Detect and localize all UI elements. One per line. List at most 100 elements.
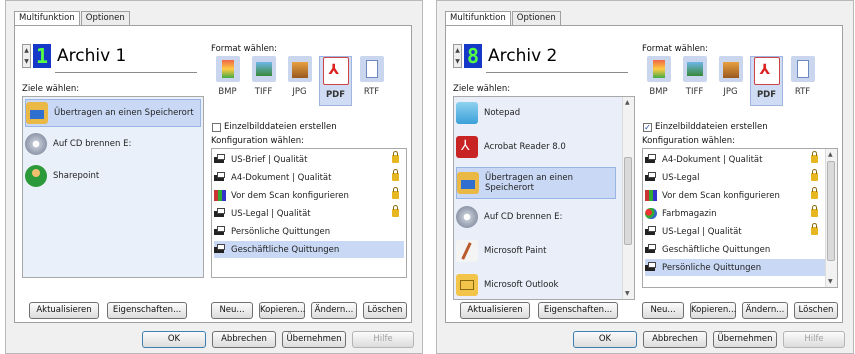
format-rtf[interactable]: RTF <box>355 56 388 106</box>
change-button[interactable]: Ändern... <box>742 302 788 319</box>
profile-name[interactable]: Archiv 2 <box>488 46 557 66</box>
tab-bar: Multifunktion Optionen <box>445 11 562 26</box>
tab-multifunktion[interactable]: Multifunktion <box>14 11 80 26</box>
lock-icon <box>811 169 818 181</box>
cd-burn-icon <box>25 133 47 155</box>
cancel-button[interactable]: Abbrechen <box>212 331 276 348</box>
destination-item-paint[interactable]: Microsoft Paint <box>456 237 616 265</box>
format-pdf[interactable]: ⅄ PDF <box>750 56 783 106</box>
config-item[interactable]: US-Legal <box>645 169 823 186</box>
profile-name[interactable]: Archiv 1 <box>57 46 126 66</box>
scroll-thumb[interactable] <box>827 161 835 261</box>
scroll-down-icon[interactable]: ▼ <box>828 278 833 285</box>
single-images-label: Einzelbilddateien erstellen <box>224 122 337 132</box>
format-label-tiff: TIFF <box>254 87 273 97</box>
config-item[interactable]: US-Legal | Qualität <box>214 205 404 222</box>
destination-item-cd[interactable]: Auf CD brennen E: <box>456 203 616 231</box>
config-item[interactable]: US-Brief | Qualität <box>214 151 404 168</box>
scanner-icon <box>645 154 657 165</box>
config-label: Persönliche Quittungen <box>231 226 331 237</box>
tab-optionen[interactable]: Optionen <box>511 11 561 25</box>
ok-button[interactable]: OK <box>142 331 206 348</box>
scroll-up-icon[interactable]: ▲ <box>828 151 833 158</box>
scroll-down-icon[interactable]: ▼ <box>625 290 630 297</box>
change-button[interactable]: Ändern... <box>311 302 357 319</box>
configuration-scrollbar[interactable]: ▲ ▼ <box>825 149 837 287</box>
help-button[interactable]: Hilfe <box>352 331 414 348</box>
config-item[interactable]: Vor dem Scan konfigurieren <box>645 187 823 204</box>
profile-spinner[interactable]: ▲ ▼ <box>453 44 462 68</box>
destination-label: Microsoft Paint <box>484 246 547 256</box>
single-images-checkbox[interactable]: ✓ <box>643 123 652 132</box>
format-label: Format wählen: <box>211 44 278 54</box>
ok-button[interactable]: OK <box>573 331 637 348</box>
config-item-selected[interactable]: Geschäftliche Quittungen <box>214 241 404 258</box>
rtf-icon <box>359 56 384 82</box>
format-bmp[interactable]: BMP <box>642 56 675 106</box>
delete-button[interactable]: Löschen <box>363 302 407 319</box>
lock-icon <box>392 169 399 181</box>
destination-item-storage[interactable]: Übertragen an einen Speicherort <box>456 167 616 199</box>
format-label-rtf: RTF <box>363 87 380 97</box>
outlook-icon <box>456 274 478 296</box>
properties-button[interactable]: Eigenschaften... <box>107 302 187 319</box>
tab-optionen[interactable]: Optionen <box>80 11 130 25</box>
update-button[interactable]: Aktualisieren <box>29 302 99 319</box>
bmp-icon <box>646 56 671 82</box>
profile-number: 8 <box>464 44 482 68</box>
configuration-list[interactable]: A4-Dokument | Qualität US-Legal Vor dem … <box>642 148 838 288</box>
destination-item-storage[interactable]: Übertragen an einen Speicherort <box>25 99 201 127</box>
destination-item-sharepoint[interactable]: Sharepoint <box>25 163 199 189</box>
format-tiff[interactable]: TIFF <box>247 56 280 106</box>
delete-button[interactable]: Löschen <box>794 302 838 319</box>
config-label: A4-Dokument | Qualität <box>662 154 763 165</box>
apply-button[interactable]: Übernehmen <box>713 331 777 348</box>
copy-button[interactable]: Kopieren... <box>690 302 736 319</box>
tab-multifunktion[interactable]: Multifunktion <box>445 11 511 26</box>
single-images-checkbox[interactable] <box>212 123 221 132</box>
config-item[interactable]: A4-Dokument | Qualität <box>214 169 404 186</box>
format-label-jpg: JPG <box>723 87 738 97</box>
destinations-label: Ziele wählen: <box>22 84 80 94</box>
destination-label: Auf CD brennen E: <box>53 139 132 149</box>
config-item[interactable]: Geschäftliche Quittungen <box>645 241 823 258</box>
copy-button[interactable]: Kopieren... <box>259 302 305 319</box>
format-label-bmp: BMP <box>218 87 237 97</box>
format-bmp[interactable]: BMP <box>211 56 244 106</box>
new-button[interactable]: Neu... <box>211 302 253 319</box>
config-item[interactable]: Farbmagazin <box>645 205 823 222</box>
scanner-icon <box>645 262 657 273</box>
format-tiff[interactable]: TIFF <box>678 56 711 106</box>
format-rtf[interactable]: RTF <box>786 56 819 106</box>
format-jpg[interactable]: JPG <box>714 56 747 106</box>
config-item[interactable]: A4-Dokument | Qualität <box>645 151 823 168</box>
destination-list[interactable]: Notepad ⅄ Acrobat Reader 8.0 Übertragen … <box>453 96 635 300</box>
help-button[interactable]: Hilfe <box>783 331 845 348</box>
format-jpg[interactable]: JPG <box>283 56 316 106</box>
rtf-icon <box>790 56 815 82</box>
destination-item-notepad[interactable]: Notepad <box>456 99 616 127</box>
config-item[interactable]: Persönliche Quittungen <box>214 223 404 240</box>
lock-icon <box>811 223 818 235</box>
config-item-selected[interactable]: Persönliche Quittungen <box>645 259 825 276</box>
lock-icon <box>392 205 399 217</box>
new-button[interactable]: Neu... <box>642 302 684 319</box>
config-item[interactable]: Vor dem Scan konfigurieren <box>214 187 404 204</box>
format-pdf[interactable]: ⅄ PDF <box>319 56 352 106</box>
config-label: US-Legal <box>662 172 700 183</box>
config-item[interactable]: US-Legal | Qualität <box>645 223 823 240</box>
destination-list[interactable]: Übertragen an einen Speicherort Auf CD b… <box>22 96 204 278</box>
configuration-list[interactable]: US-Brief | Qualität A4-Dokument | Qualit… <box>211 148 407 278</box>
format-label-pdf: PDF <box>325 90 346 100</box>
scroll-up-icon[interactable]: ▲ <box>625 99 630 106</box>
destination-item-cd[interactable]: Auf CD brennen E: <box>25 131 199 157</box>
destination-item-acrobat[interactable]: ⅄ Acrobat Reader 8.0 <box>456 133 616 161</box>
apply-button[interactable]: Übernehmen <box>282 331 346 348</box>
properties-button[interactable]: Eigenschaften... <box>538 302 618 319</box>
destination-scrollbar[interactable]: ▲ ▼ <box>622 97 634 299</box>
profile-spinner[interactable]: ▲ ▼ <box>22 44 31 68</box>
update-button[interactable]: Aktualisieren <box>460 302 530 319</box>
cancel-button[interactable]: Abbrechen <box>643 331 707 348</box>
scroll-thumb[interactable] <box>624 157 632 245</box>
destination-item-outlook[interactable]: Microsoft Outlook <box>456 271 616 299</box>
